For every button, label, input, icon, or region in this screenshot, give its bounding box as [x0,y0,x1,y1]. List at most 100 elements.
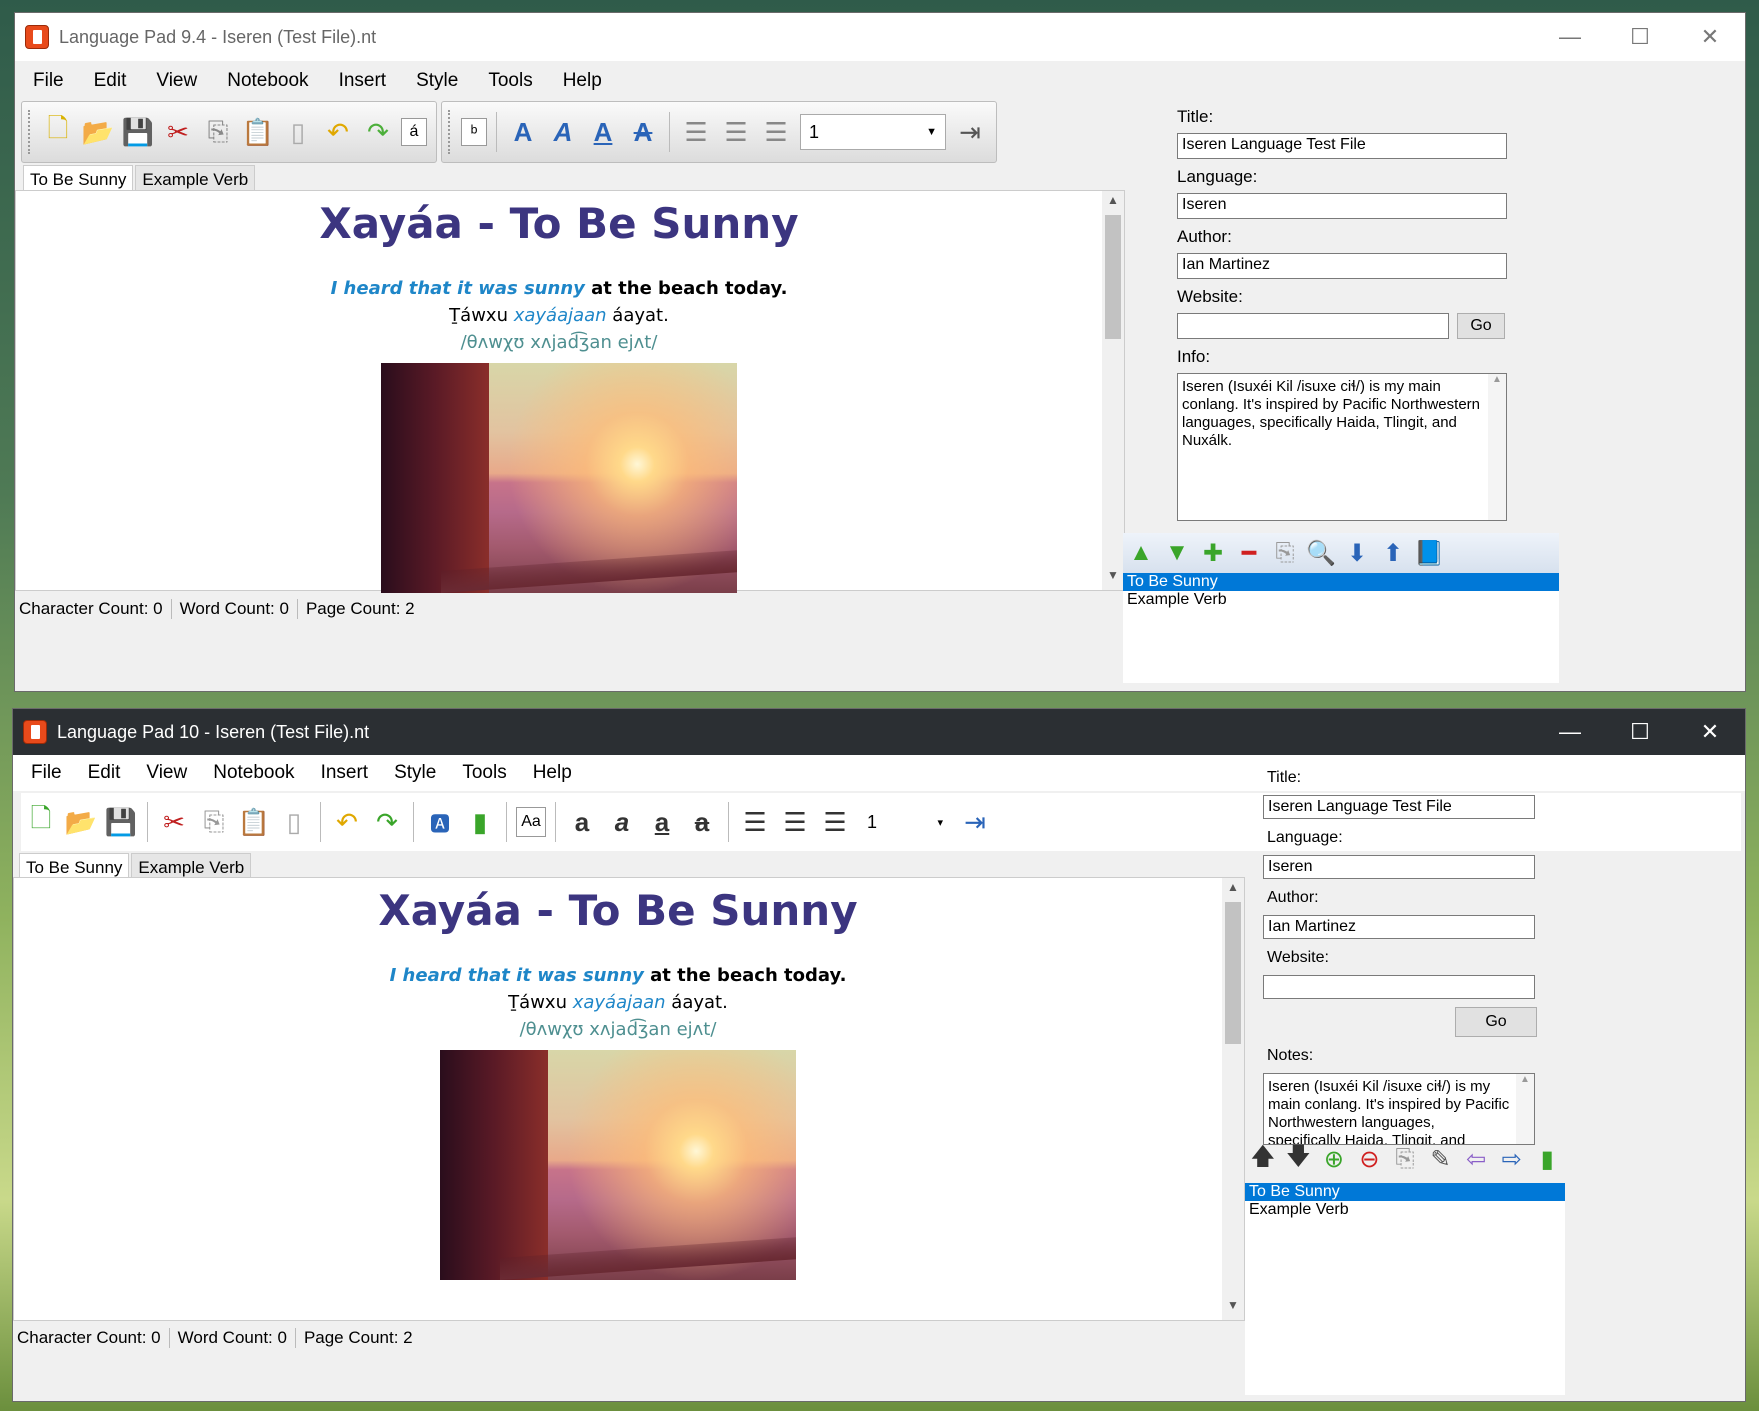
scroll-down-icon[interactable]: ▼ [1222,1298,1244,1318]
move-up-icon[interactable]: 🡅 [1248,1143,1278,1174]
export-icon[interactable]: ⇨ [1497,1144,1527,1174]
menu-insert[interactable]: Insert [339,70,387,92]
menu-notebook[interactable]: Notebook [213,762,294,784]
menu-help[interactable]: Help [533,762,572,784]
open-folder-icon[interactable]: 📂 [64,803,98,841]
cut-icon[interactable]: ✂ [161,113,195,151]
redo-icon[interactable]: ↷ [370,803,404,841]
menu-notebook[interactable]: Notebook [227,70,308,92]
language-field[interactable]: Iseren [1263,855,1535,879]
menu-view[interactable]: View [146,762,187,784]
align-center-icon[interactable]: ☰ [778,803,812,841]
go-button[interactable]: Go [1455,1007,1537,1037]
font-underline-icon[interactable]: A [586,113,620,151]
duplicate-icon[interactable]: ⎘ [1270,538,1300,568]
minimize-button[interactable]: — [1535,13,1605,61]
menu-tools[interactable]: Tools [462,762,506,784]
edit-icon[interactable]: ✎ [1426,1144,1456,1174]
page-list-item-to-be-sunny[interactable]: To Be Sunny [1123,573,1559,591]
scroll-down-icon[interactable]: ▼ [1102,568,1124,588]
align-left-icon[interactable]: ☰ [679,113,713,151]
indent-icon[interactable]: ⇥ [958,803,992,841]
add-page-icon[interactable]: ✚ [1198,538,1228,568]
notebook-icon[interactable]: 📘 [1414,538,1444,568]
align-right-icon[interactable]: ☰ [759,113,793,151]
font-strike-icon[interactable]: a [685,803,719,841]
font-italic-icon[interactable]: A [546,113,580,151]
document-content[interactable]: Xayáa - To Be Sunny I heard that it was … [16,191,1102,593]
align-right-icon[interactable]: ☰ [818,803,852,841]
notebook-icon[interactable]: ▮ [1533,1144,1563,1174]
document-content[interactable]: Xayáa - To Be Sunny I heard that it was … [14,878,1222,1320]
page-icon[interactable]: ▯ [277,803,311,841]
paste-icon[interactable]: 📋 [241,113,275,151]
document-editor[interactable]: Xayáa - To Be Sunny I heard that it was … [13,877,1245,1321]
remove-page-icon[interactable]: ⊖ [1355,1144,1385,1174]
go-button[interactable]: Go [1457,313,1505,339]
font-italic-icon[interactable]: a [605,803,639,841]
page-icon[interactable]: ▯ [281,113,315,151]
open-folder-icon[interactable]: 📂 [81,113,115,151]
copy-icon[interactable]: ⎘ [197,803,231,841]
menu-help[interactable]: Help [563,70,602,92]
close-button[interactable]: ✕ [1675,709,1745,755]
scroll-thumb[interactable] [1105,215,1121,339]
import-icon[interactable]: ⇦ [1461,1144,1491,1174]
move-up-icon[interactable]: ▲ [1126,538,1156,568]
page-list-item-example-verb[interactable]: Example Verb [1123,591,1559,609]
undo-icon[interactable]: ↶ [330,803,364,841]
paste-icon[interactable]: 📋 [237,803,271,841]
title-field[interactable]: Iseren Language Test File [1263,795,1535,819]
title-field[interactable]: Iseren Language Test File [1177,133,1507,159]
info-field[interactable]: Iseren (Isuxéi Kil /isuxe ciɬ/) is my ma… [1177,373,1507,521]
scroll-up-icon[interactable]: ▲ [1222,880,1244,900]
font-underline-icon[interactable]: a [645,803,679,841]
close-button[interactable]: ✕ [1675,13,1745,61]
minimize-button[interactable]: — [1535,709,1605,755]
insert-char-icon[interactable]: á [401,118,427,146]
scroll-thumb[interactable] [1225,902,1241,1044]
indent-icon[interactable]: ⇥ [953,113,987,151]
duplicate-icon[interactable]: ⎘ [1390,1144,1420,1174]
import-icon[interactable]: ⬇ [1342,538,1372,568]
move-down-icon[interactable]: ▼ [1162,538,1192,568]
new-file-icon[interactable]: 🗋 [24,803,58,841]
save-icon[interactable]: 💾 [104,803,138,841]
toolbar-grip[interactable] [28,110,32,154]
editor-scrollbar[interactable]: ▲ ▼ [1102,191,1124,590]
export-icon[interactable]: ⬆ [1378,538,1408,568]
menu-style[interactable]: Style [416,70,458,92]
notes-field[interactable]: Iseren (Isuxéi Kil /isuxe ciɬ/) is my ma… [1263,1073,1535,1145]
maximize-button[interactable]: ☐ [1605,709,1675,755]
maximize-button[interactable]: ☐ [1605,13,1675,61]
language-field[interactable]: Iseren [1177,193,1507,219]
remove-page-icon[interactable]: ━ [1234,538,1264,568]
menu-file[interactable]: File [33,70,64,92]
move-down-icon[interactable]: 🡇 [1284,1143,1314,1174]
undo-icon[interactable]: ↶ [321,113,355,151]
cut-icon[interactable]: ✂ [157,803,191,841]
add-page-icon[interactable]: ⊕ [1319,1144,1349,1174]
font-regular-icon[interactable]: a [565,803,599,841]
save-icon[interactable]: 💾 [121,113,155,151]
notes-scrollbar[interactable]: ▲ [1516,1074,1534,1144]
font-strike-icon[interactable]: A [626,113,660,151]
ipa-chart-icon[interactable]: ᵇ [461,118,487,146]
page-list-item-to-be-sunny[interactable]: To Be Sunny [1245,1183,1565,1201]
menu-edit[interactable]: Edit [88,762,121,784]
align-center-icon[interactable]: ☰ [719,113,753,151]
menu-insert[interactable]: Insert [321,762,369,784]
page-list-item-example-verb[interactable]: Example Verb [1245,1201,1565,1219]
menu-style[interactable]: Style [394,762,436,784]
ipa-chart-icon[interactable]: Aa [516,807,546,837]
menu-file[interactable]: File [31,762,62,784]
insert-char-icon[interactable]: 🅰 [423,803,457,841]
menu-tools[interactable]: Tools [488,70,532,92]
new-file-icon[interactable]: 🗋 [41,113,75,151]
info-scrollbar[interactable]: ▲ [1488,374,1506,520]
copy-icon[interactable]: ⎘ [201,113,235,151]
website-field[interactable] [1263,975,1535,999]
editor-scrollbar[interactable]: ▲ ▼ [1222,878,1244,1320]
author-field[interactable]: Ian Martinez [1177,253,1507,279]
scroll-up-icon[interactable]: ▲ [1102,193,1124,213]
